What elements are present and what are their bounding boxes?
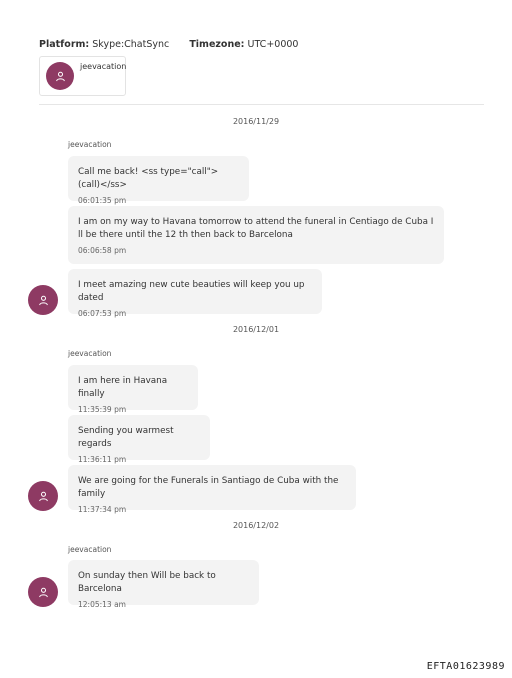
message-bubble[interactable]: We are going for the Funerals in Santiag… bbox=[68, 465, 356, 514]
timezone-label: Timezone: bbox=[189, 39, 245, 50]
date-separator: 2016/12/02 bbox=[232, 521, 280, 530]
divider bbox=[39, 104, 484, 105]
conversation-header: Platform: Skype:ChatSync Timezone: UTC+0… bbox=[39, 39, 298, 50]
message-time: 06:01:35 pm bbox=[78, 196, 127, 205]
participant-card[interactable]: jeevacation bbox=[39, 56, 126, 96]
user-icon bbox=[38, 587, 48, 597]
message-text: I meet amazing new cute beauties will ke… bbox=[78, 280, 305, 303]
avatar bbox=[46, 62, 74, 90]
document-id: EFTA01623989 bbox=[426, 661, 505, 672]
message-sender: jeevacation bbox=[68, 140, 112, 149]
avatar bbox=[28, 285, 58, 315]
message-bubble[interactable]: Sending you warmest regards 11:36:11 pm bbox=[68, 415, 210, 464]
message-sender: jeevacation bbox=[68, 545, 112, 554]
message-sender: jeevacation bbox=[68, 349, 112, 358]
message-text: Sending you warmest regards bbox=[78, 426, 174, 449]
timezone-value: UTC+0000 bbox=[247, 39, 299, 50]
platform-label: Platform: bbox=[39, 39, 90, 50]
message-time: 11:35:39 pm bbox=[78, 405, 127, 414]
message-bubble[interactable]: On sunday then Will be back to Barcelona… bbox=[68, 560, 259, 609]
message-time: 11:36:11 pm bbox=[78, 455, 127, 464]
message-time: 06:07:53 pm bbox=[78, 309, 127, 318]
message-bubble[interactable]: Call me back! <ss type="call">(call)</ss… bbox=[68, 156, 249, 205]
message-text: On sunday then Will be back to Barcelona bbox=[78, 571, 216, 594]
date-separator: 2016/11/29 bbox=[232, 117, 280, 126]
participant-name: jeevacation bbox=[80, 62, 127, 71]
message-text: I am here in Havana finally bbox=[78, 376, 168, 399]
date-separator: 2016/12/01 bbox=[232, 325, 280, 334]
avatar bbox=[28, 577, 58, 607]
message-bubble[interactable]: I am on my way to Havana tomorrow to att… bbox=[68, 206, 444, 264]
message-text: Call me back! <ss type="call">(call)</ss… bbox=[78, 167, 219, 190]
message-text: I am on my way to Havana tomorrow to att… bbox=[78, 217, 434, 240]
message-text: We are going for the Funerals in Santiag… bbox=[78, 476, 339, 499]
user-icon bbox=[38, 295, 48, 305]
message-bubble[interactable]: I meet amazing new cute beauties will ke… bbox=[68, 269, 322, 318]
user-icon bbox=[55, 71, 65, 81]
message-time: 06:06:58 pm bbox=[78, 246, 127, 255]
message-bubble[interactable]: I am here in Havana finally 11:35:39 pm bbox=[68, 365, 198, 414]
platform-value: Skype:ChatSync bbox=[92, 39, 170, 50]
avatar bbox=[28, 481, 58, 511]
message-time: 11:37:34 pm bbox=[78, 505, 127, 514]
message-time: 12:05:13 am bbox=[78, 600, 126, 609]
user-icon bbox=[38, 491, 48, 501]
